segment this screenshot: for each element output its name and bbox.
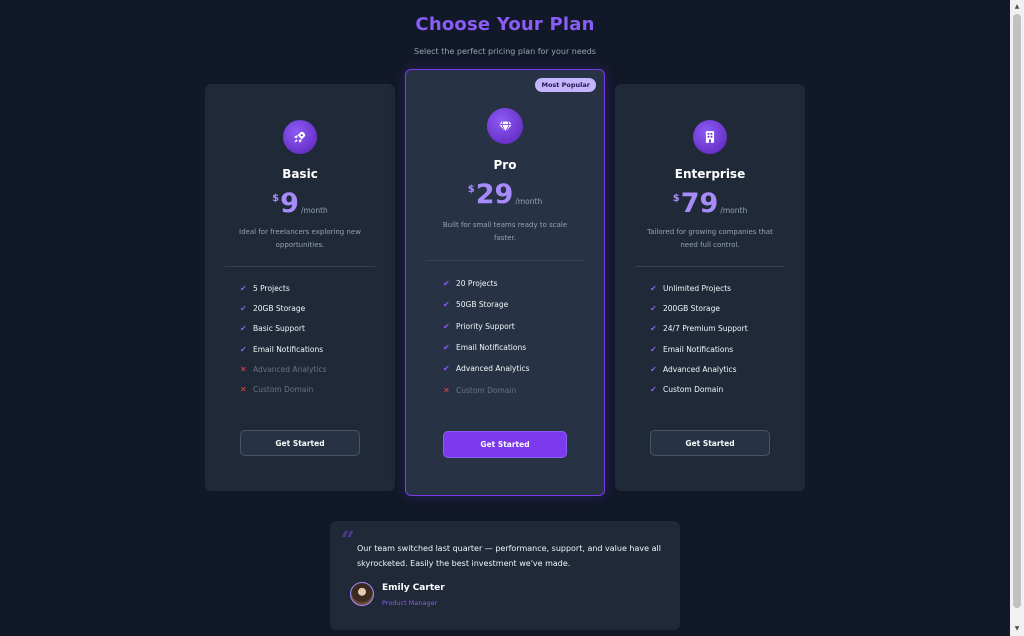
feature-item: ✔ 24/7 Premium Support	[650, 324, 748, 334]
check-icon: ✔	[650, 385, 657, 395]
plan-price: $ 9 /month	[205, 190, 395, 218]
feature-list: ✔ 20 Projects ✔ 50GB Storage ✔ Priority Sup…	[443, 273, 594, 401]
scroll-down-arrow-icon[interactable]: ▼	[1013, 625, 1021, 633]
rocket-icon	[283, 120, 317, 154]
divider	[225, 266, 375, 267]
check-icon: ✔	[240, 324, 247, 334]
divider	[635, 266, 785, 267]
price-period: /month	[720, 206, 748, 215]
check-icon: ✔	[650, 283, 657, 293]
feature-item: ✔ Custom Domain	[650, 385, 724, 395]
price-amount: 79	[680, 188, 719, 219]
feature-item: ✔ 50GB Storage	[443, 300, 509, 310]
feature-item: ✔ 20GB Storage	[240, 303, 306, 313]
check-icon: ✔	[650, 364, 657, 374]
check-icon: ✔	[240, 303, 247, 313]
divider	[426, 260, 584, 261]
feature-item: ✔ 5 Projects	[240, 283, 290, 293]
feature-item: ✔ Priority Support	[443, 321, 515, 331]
get-started-button[interactable]: Get Started	[650, 430, 770, 456]
feature-list: ✔ 5 Projects ✔ 20GB Storage ✔ Basic Support…	[240, 278, 385, 400]
building-icon	[693, 120, 727, 154]
check-icon: ✔	[443, 364, 450, 374]
feature-item: ✔ Email Notifications	[443, 343, 527, 353]
plan-card-enterprise: Enterprise $ 79 /month Tailored for grow…	[615, 84, 805, 491]
feature-item: ✔ Email Notifications	[240, 344, 324, 354]
diamond-icon	[487, 108, 523, 144]
price-amount: 9	[280, 188, 299, 219]
check-icon: ✔	[443, 300, 450, 310]
feature-item: ✔ Advanced Analytics	[650, 364, 737, 374]
feature-item: ✕ Advanced Analytics	[240, 364, 327, 374]
plan-name: Basic	[282, 167, 318, 181]
cross-icon: ✕	[443, 385, 450, 395]
feature-item: ✔ Advanced Analytics	[443, 364, 530, 374]
feature-item: ✔ 200GB Storage	[650, 303, 721, 313]
cross-icon: ✕	[240, 385, 247, 395]
feature-list: ✔ Unlimited Projects ✔ 200GB Storage ✔ 24/7…	[650, 278, 795, 400]
plan-name: Enterprise	[674, 167, 746, 181]
most-popular-badge: Most Popular	[535, 78, 596, 92]
testimonial-card: “ Our team switched last quarter — perfo…	[330, 521, 680, 630]
scrollbar-thumb[interactable]	[1013, 14, 1021, 608]
feature-item: ✔ Unlimited Projects	[650, 283, 732, 293]
plan-card-pro: Most Popular Pro $ 29 /month Built for s…	[405, 69, 605, 496]
plan-price: $ 29 /month	[406, 181, 604, 209]
check-icon: ✔	[443, 343, 450, 353]
pricing-page: Choose Your Plan Select the perfect pric…	[0, 0, 1010, 636]
testimonial-author: Emily Carter	[382, 583, 445, 593]
quote-icon: “	[341, 525, 355, 554]
plan-name: Pro	[493, 158, 517, 172]
page-title: Choose Your Plan	[415, 14, 595, 35]
page-subtitle: Select the perfect pricing plan for your…	[414, 47, 596, 56]
feature-item: ✔ 20 Projects	[443, 279, 498, 289]
price-period: /month	[515, 197, 543, 206]
feature-item: ✕ Custom Domain	[443, 385, 517, 395]
currency-symbol: $	[467, 184, 475, 195]
vertical-scrollbar[interactable]: ▲ ▼	[1010, 0, 1024, 636]
plan-description: Tailored for growing companies that need…	[647, 228, 773, 249]
scroll-up-arrow-icon[interactable]: ▲	[1013, 3, 1021, 11]
plan-price: $ 79 /month	[615, 190, 805, 218]
currency-symbol: $	[672, 193, 680, 204]
check-icon: ✔	[443, 321, 450, 331]
plan-card-basic: Basic $ 9 /month Ideal for freelancers e…	[205, 84, 395, 491]
testimonial-quote: Our team switched last quarter — perform…	[357, 544, 661, 568]
avatar	[350, 582, 374, 606]
cross-icon: ✕	[240, 364, 247, 374]
check-icon: ✔	[240, 344, 247, 354]
get-started-button[interactable]: Get Started	[240, 430, 360, 456]
testimonial-role: Product Manager	[382, 599, 438, 607]
get-started-button[interactable]: Get Started	[443, 431, 567, 458]
check-icon: ✔	[240, 283, 247, 293]
check-icon: ✔	[650, 303, 657, 313]
plan-description: Ideal for freelancers exploring new oppo…	[239, 228, 361, 249]
check-icon: ✔	[650, 344, 657, 354]
feature-item: ✔ Email Notifications	[650, 344, 734, 354]
feature-item: ✔ Basic Support	[240, 324, 305, 334]
price-amount: 29	[475, 179, 514, 210]
price-period: /month	[300, 206, 328, 215]
plan-description: Built for small teams ready to scale fas…	[442, 221, 568, 242]
check-icon: ✔	[443, 279, 450, 289]
currency-symbol: $	[272, 193, 280, 204]
check-icon: ✔	[650, 324, 657, 334]
feature-item: ✕ Custom Domain	[240, 385, 314, 395]
